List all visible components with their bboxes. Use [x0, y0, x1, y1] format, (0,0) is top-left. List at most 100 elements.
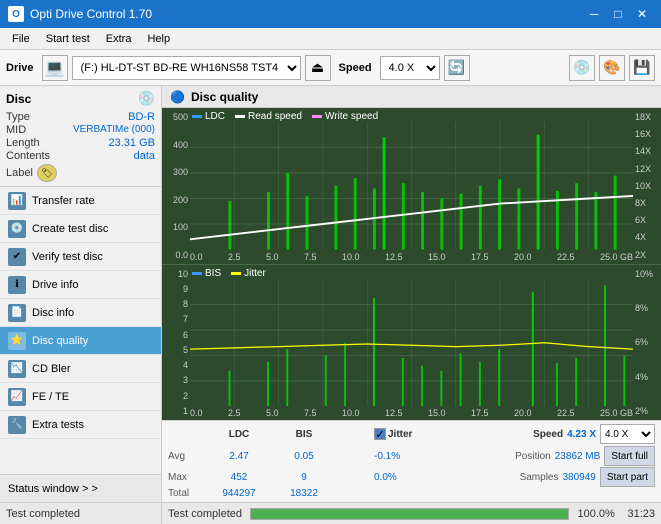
start-full-button[interactable]: Start full — [604, 446, 655, 466]
menubar: File Start test Extra Help — [0, 28, 661, 50]
menu-extra[interactable]: Extra — [98, 31, 140, 47]
y-label-200: 200 — [164, 195, 188, 205]
nav-drive-info[interactable]: ℹ Drive info — [0, 271, 161, 299]
bx-10: 10.0 — [342, 408, 360, 418]
nav-create-test[interactable]: 💿 Create test disc — [0, 215, 161, 243]
speed-select[interactable]: 4.0 X 2.0 X 6.0 X 8.0 X — [380, 56, 440, 80]
nav-cd-bler[interactable]: 📉 CD Bler — [0, 355, 161, 383]
bx-15: 15.0 — [428, 408, 446, 418]
x-2-5: 2.5 — [228, 252, 241, 262]
disc-title: Disc — [6, 92, 31, 106]
nav-disc-info[interactable]: 📄 Disc info — [0, 299, 161, 327]
y-right-14x: 14X — [635, 146, 659, 156]
menu-start-test[interactable]: Start test — [38, 31, 98, 47]
start-part-button[interactable]: Start part — [600, 467, 655, 487]
disc-length-label: Length — [6, 137, 40, 149]
bx-25-gb: 25.0 GB — [600, 408, 633, 418]
drive-icon-button[interactable]: 💻 — [42, 55, 68, 81]
disc-type-label: Type — [6, 111, 30, 123]
content-header-icon: 🔵 — [170, 90, 185, 104]
nav-transfer-rate-label: Transfer rate — [32, 195, 95, 207]
nav-verify-test-label: Verify test disc — [32, 251, 103, 263]
disc-icon: 💿 — [138, 90, 155, 107]
by-9: 9 — [164, 284, 188, 294]
top-y-axis-left: 500 400 300 200 100 0.0 — [162, 108, 190, 264]
bottom-y-axis-right: 10% 8% 6% 4% 2% — [633, 265, 661, 421]
y-right-10x: 10X — [635, 181, 659, 191]
speed-measured: 4.23 X — [567, 429, 596, 440]
drive-select[interactable]: (F:) HL-DT-ST BD-RE WH16NS58 TST4 — [72, 56, 301, 80]
nav-fe-te[interactable]: 📈 FE / TE — [0, 383, 161, 411]
y-right-6x: 6X — [635, 215, 659, 225]
disc-mid-value: VERBATIMe (000) — [73, 124, 155, 136]
by-6: 6 — [164, 330, 188, 340]
verify-test-icon: ✔ — [8, 248, 26, 266]
titlebar-controls: ─ □ ✕ — [583, 4, 653, 24]
disc-button[interactable]: 💿 — [569, 55, 595, 81]
titlebar-left: O Opti Drive Control 1.70 — [8, 6, 152, 22]
ldc-header: LDC — [229, 429, 250, 440]
elapsed-time: 31:23 — [627, 508, 655, 520]
refresh-button[interactable]: 🔄 — [444, 55, 470, 81]
status-window-label: Status window > > — [8, 483, 98, 495]
status-window-button[interactable]: Status window > > — [0, 474, 161, 502]
fe-te-icon: 📈 — [8, 388, 26, 406]
save-button[interactable]: 💾 — [629, 55, 655, 81]
by-7: 7 — [164, 314, 188, 324]
menu-file[interactable]: File — [4, 31, 38, 47]
close-button[interactable]: ✕ — [631, 4, 653, 24]
nav-extra-tests[interactable]: 🔧 Extra tests — [0, 411, 161, 439]
x-15: 15.0 — [428, 252, 446, 262]
legend-write-speed: Write speed — [312, 111, 378, 122]
cd-bler-icon: 📉 — [8, 360, 26, 378]
by-5: 5 — [164, 345, 188, 355]
stats-header-row: LDC BIS ✓ Jitter Speed 4.23 X 4.0 X — [168, 424, 655, 444]
by-1: 1 — [164, 406, 188, 416]
bottom-statusbar: Test completed 100.0% 31:23 — [162, 502, 661, 524]
nav-disc-quality[interactable]: ⭐ Disc quality — [0, 327, 161, 355]
jitter-checkbox-container: ✓ Jitter — [374, 428, 454, 440]
stats-total-row: Total 944297 18322 — [168, 488, 655, 499]
minimize-button[interactable]: ─ — [583, 4, 605, 24]
bottom-chart-svg-container — [190, 279, 633, 407]
disc-section: Disc 💿 Type BD-R MID VERBATIMe (000) Len… — [0, 86, 161, 187]
max-ldc: 452 — [204, 472, 274, 483]
jitter-header: Jitter — [388, 429, 412, 440]
bottom-chart-legend: BIS Jitter — [192, 268, 266, 279]
y-label-300: 300 — [164, 167, 188, 177]
x-17-5: 17.5 — [471, 252, 489, 262]
disc-row-mid: MID VERBATIMe (000) — [6, 124, 155, 136]
total-label: Total — [168, 488, 204, 499]
x-7-5: 7.5 — [304, 252, 317, 262]
eject-button[interactable]: ⏏ — [305, 55, 331, 81]
write-speed-legend-icon — [312, 115, 322, 118]
top-chart-svg — [190, 122, 633, 250]
nav-cd-bler-label: CD Bler — [32, 363, 71, 375]
maximize-button[interactable]: □ — [607, 4, 629, 24]
x-25-gb: 25.0 GB — [600, 252, 633, 262]
sidebar: Disc 💿 Type BD-R MID VERBATIMe (000) Len… — [0, 86, 162, 524]
legend-jitter: Jitter — [231, 268, 266, 279]
max-bis: 9 — [274, 472, 334, 483]
menu-help[interactable]: Help — [139, 31, 178, 47]
nav-transfer-rate[interactable]: 📊 Transfer rate — [0, 187, 161, 215]
content-title: Disc quality — [191, 90, 258, 104]
speed-target-select[interactable]: 4.0 X — [600, 424, 655, 444]
bis-legend-icon — [192, 272, 202, 275]
y-label-0: 0.0 — [164, 250, 188, 260]
y-label-500: 500 — [164, 112, 188, 122]
disc-quality-icon: ⭐ — [8, 332, 26, 350]
bx-17-5: 17.5 — [471, 408, 489, 418]
settings-button[interactable]: 🎨 — [599, 55, 625, 81]
legend-ldc: LDC — [192, 111, 225, 122]
content-header: 🔵 Disc quality — [162, 86, 661, 108]
nav-verify-test[interactable]: ✔ Verify test disc — [0, 243, 161, 271]
disc-contents-label: Contents — [6, 150, 50, 162]
bottom-status-text: Test completed — [168, 508, 242, 520]
app-icon: O — [8, 6, 24, 22]
by-8: 8 — [164, 299, 188, 309]
y-right-18x: 18X — [635, 112, 659, 122]
jitter-checkbox[interactable]: ✓ — [374, 428, 386, 440]
top-chart-legend: LDC Read speed Write speed — [192, 111, 378, 122]
nav-disc-info-label: Disc info — [32, 307, 74, 319]
